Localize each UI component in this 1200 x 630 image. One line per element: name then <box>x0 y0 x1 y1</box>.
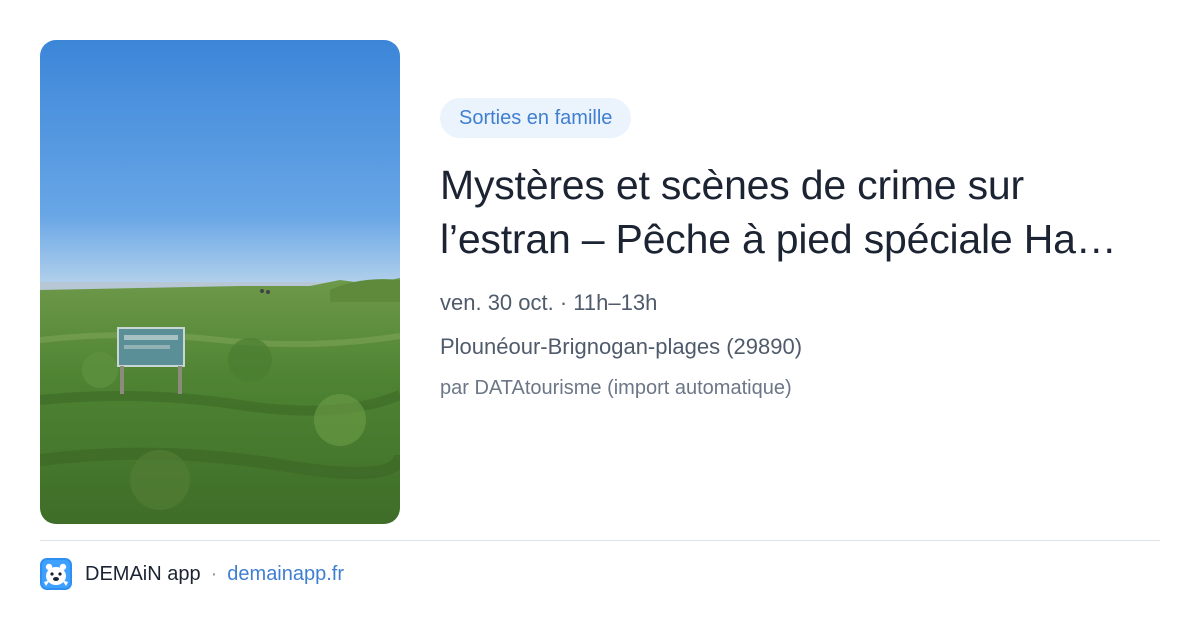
landscape-photo-icon <box>40 40 400 524</box>
event-location: Plounéour-Brignogan-plages (29890) <box>440 334 803 359</box>
footer-separator: · <box>210 562 218 585</box>
event-datetime: ven. 30 oct. · 11h–13h <box>440 290 658 315</box>
app-domain-link[interactable]: demainapp.fr <box>227 563 344 586</box>
app-footer: DEMAiN app · demainapp.fr <box>40 558 344 590</box>
event-title[interactable]: Mystères et scènes de crime sur l’estran… <box>440 158 1160 266</box>
event-meta: ven. 30 oct. · 11h–13h Plounéour-Brignog… <box>440 292 1160 358</box>
event-source: par DATAtourisme (import automatique) <box>440 377 792 399</box>
footer-divider <box>40 540 1160 541</box>
app-name: DEMAiN app <box>85 562 201 585</box>
demain-logo-icon[interactable] <box>40 558 72 590</box>
event-photo[interactable] <box>40 40 400 524</box>
share-card: Sorties en famille Mystères et scènes de… <box>0 0 1200 630</box>
category-badge[interactable]: Sorties en famille <box>440 98 632 138</box>
event-details: Sorties en famille Mystères et scènes de… <box>440 98 1160 398</box>
